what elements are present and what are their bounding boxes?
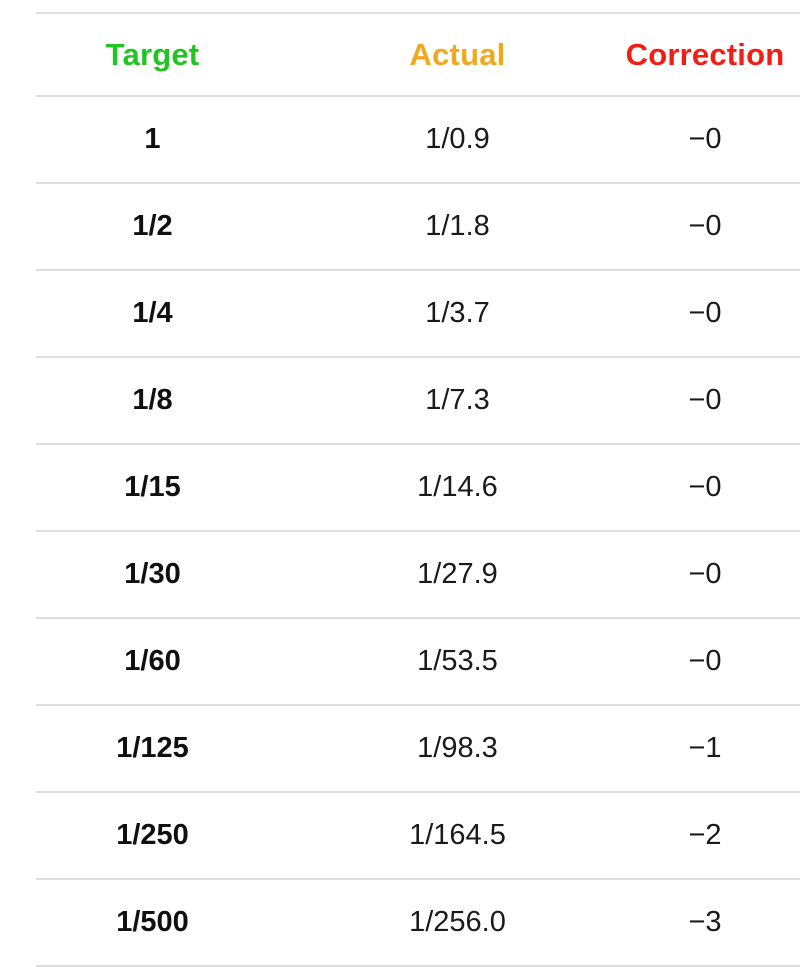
cell-actual: 1/53.5 (417, 645, 498, 677)
table-row[interactable]: 1 1/0.9 −0 (0, 97, 800, 182)
cell-correction: −2 (688, 819, 722, 851)
table-row[interactable]: 1/15 1/14.6 −0 (0, 445, 800, 530)
cell-target: 1 (144, 123, 161, 155)
cell-actual: 1/1.8 (425, 210, 490, 242)
cell-correction: −0 (688, 471, 722, 503)
table-row[interactable]: 1/500 1/256.0 −3 (0, 880, 800, 965)
cell-correction: −3 (688, 906, 722, 938)
table-row[interactable]: 1/2 1/1.8 −0 (0, 184, 800, 269)
cell-actual: 1/27.9 (417, 558, 498, 590)
table-row[interactable]: 1/250 1/164.5 −2 (0, 793, 800, 878)
table-row[interactable]: 1/125 1/98.3 −1 (0, 706, 800, 791)
cell-correction: −0 (688, 123, 722, 155)
cell-target: 1/500 (116, 906, 189, 938)
column-header-actual: Actual (409, 36, 506, 72)
cell-target: 1/15 (124, 471, 181, 503)
cell-actual: 1/0.9 (425, 123, 490, 155)
table-row[interactable]: 1/60 1/53.5 −0 (0, 619, 800, 704)
cell-correction: −1 (688, 732, 722, 764)
cell-actual: 1/3.7 (425, 297, 490, 329)
column-header-correction: Correction (625, 36, 785, 72)
cell-correction: −0 (688, 297, 722, 329)
table-row[interactable]: 1/4 1/3.7 −0 (0, 271, 800, 356)
cell-target: 1/125 (116, 732, 189, 764)
shutter-speed-table: Target Actual Correction 1 1/0.9 −0 1/2 1/1.8 −0… (0, 0, 800, 967)
cell-correction: −0 (688, 645, 722, 677)
cell-correction: −0 (688, 384, 722, 416)
table-row[interactable]: 1/30 1/27.9 −0 (0, 532, 800, 617)
column-header-target: Target (105, 36, 200, 72)
cell-correction: −0 (688, 210, 722, 242)
cell-actual: 1/7.3 (425, 384, 490, 416)
cell-target: 1/4 (132, 297, 173, 329)
table-header-row: Target Actual Correction (0, 14, 800, 95)
cell-target: 1/2 (132, 210, 173, 242)
cell-target: 1/30 (124, 558, 181, 590)
cell-actual: 1/256.0 (409, 906, 506, 938)
cell-correction: −0 (688, 558, 722, 590)
cell-target: 1/250 (116, 819, 189, 851)
cell-actual: 1/164.5 (409, 819, 506, 851)
cell-actual: 1/98.3 (417, 732, 498, 764)
cell-target: 1/60 (124, 645, 181, 677)
table-row[interactable]: 1/8 1/7.3 −0 (0, 358, 800, 443)
cell-target: 1/8 (132, 384, 173, 416)
cell-actual: 1/14.6 (417, 471, 498, 503)
